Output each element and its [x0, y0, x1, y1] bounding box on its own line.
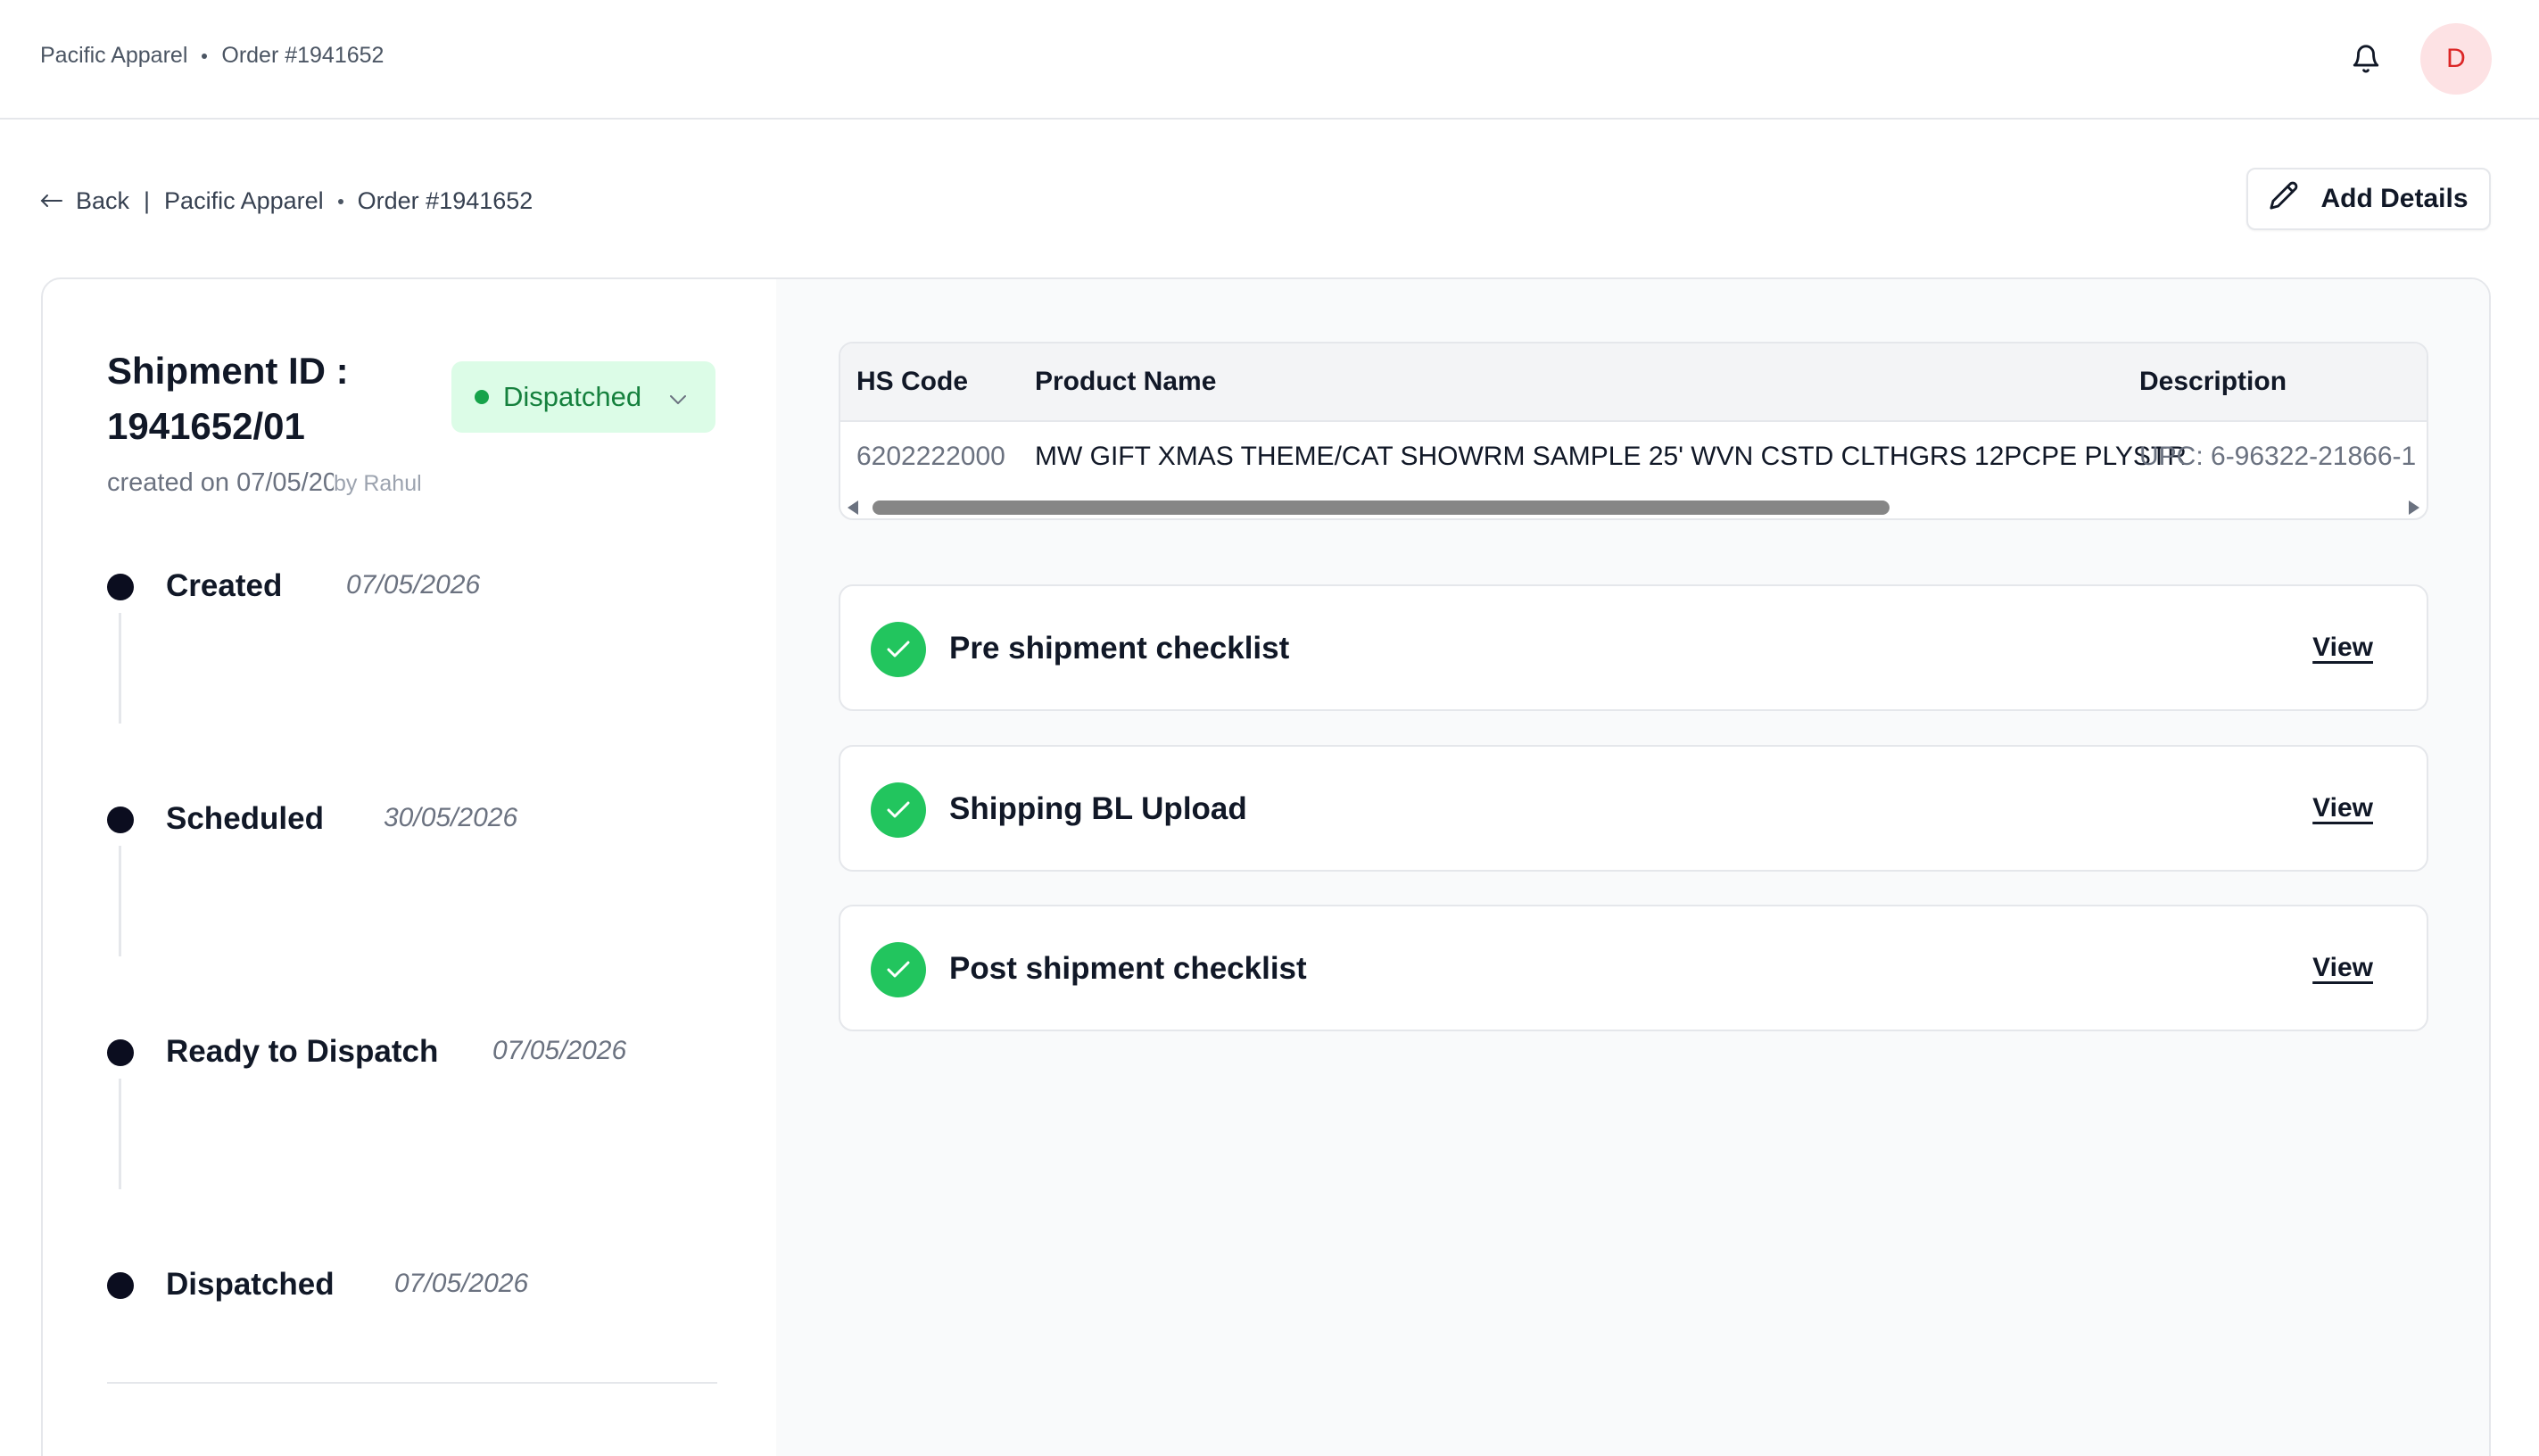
breadcrumb-divider: |: [144, 187, 151, 214]
timeline-date: 07/05/2026: [492, 1036, 627, 1065]
scroll-right-arrow-icon[interactable]: [2409, 500, 2419, 515]
table-header: HS Code Product Name Description: [840, 343, 2427, 422]
scroll-left-arrow-icon[interactable]: [848, 500, 858, 515]
bell-icon[interactable]: [2346, 39, 2386, 79]
created-meta: created on 07/05/2026 by Rahul: [107, 468, 422, 498]
top-bar: Pacific Apparel Order #1941652 D: [0, 0, 2539, 120]
products-table: HS Code Product Name Description 6202222…: [839, 342, 2428, 520]
breadcrumb-item-company[interactable]: Pacific Apparel: [164, 187, 324, 215]
breadcrumb-item-company[interactable]: Pacific Apparel: [40, 43, 187, 69]
back-label: Back: [76, 187, 130, 214]
timeline-date: 07/05/2026: [394, 1269, 529, 1298]
timeline-label: Dispatched: [166, 1267, 335, 1302]
avatar-initial: D: [2446, 44, 2466, 73]
checklist-label: Shipping BL Upload: [949, 791, 1247, 826]
created-by-text: by Rahul: [334, 471, 422, 496]
shipment-card: Shipment ID : 1941652/01 Dispatched crea…: [41, 277, 2491, 1456]
add-details-label: Add Details: [2320, 184, 2469, 213]
timeline-label: Scheduled: [166, 801, 324, 836]
timeline-bullet: [107, 1039, 134, 1066]
breadcrumb-separator: [202, 53, 208, 59]
breadcrumb: Back | Pacific Apparel Order #1941652: [40, 187, 533, 215]
checklist-row-shipping-bl: Shipping BL Upload View: [839, 745, 2428, 872]
timeline-connector: [119, 613, 121, 724]
cell-hs-code: 6202222000: [856, 442, 1005, 471]
scrollbar-thumb[interactable]: [873, 500, 1890, 515]
breadcrumb-item-order[interactable]: Order #1941652: [358, 187, 533, 215]
view-link[interactable]: View: [2312, 793, 2373, 823]
horizontal-scrollbar[interactable]: [840, 495, 2427, 518]
timeline-date: 07/05/2026: [346, 570, 481, 600]
check-icon: [871, 942, 926, 997]
divider: [107, 1382, 717, 1384]
cell-product-name: MW GIFT XMAS THEME/CAT SHOWRM SAMPLE 25'…: [1035, 442, 2187, 471]
timeline-bullet: [107, 574, 134, 600]
timeline-connector: [119, 1079, 121, 1189]
add-details-button[interactable]: Add Details: [2246, 168, 2491, 230]
checklist-label: Pre shipment checklist: [949, 631, 1290, 666]
status-dropdown[interactable]: Dispatched: [451, 361, 715, 433]
timeline-label: Created: [166, 568, 283, 603]
header-breadcrumb: Pacific Apparel Order #1941652: [40, 43, 384, 69]
column-header-description[interactable]: Description: [2139, 367, 2287, 397]
checklist-row-post-shipment: Post shipment checklist View: [839, 905, 2428, 1031]
view-link[interactable]: View: [2312, 633, 2373, 663]
timeline-connector: [119, 846, 121, 956]
checklist-label: Post shipment checklist: [949, 951, 1307, 986]
shipment-title: Shipment ID : 1941652/01: [107, 350, 349, 447]
breadcrumb-separator: [337, 198, 343, 204]
pencil-icon: [2269, 180, 2299, 218]
status-dot-icon: [475, 390, 489, 404]
timeline-bullet: [107, 1272, 134, 1299]
timeline-label: Ready to Dispatch: [166, 1034, 439, 1069]
column-header-hs-code[interactable]: HS Code: [856, 367, 968, 397]
timeline-date: 30/05/2026: [384, 803, 518, 832]
chevron-down-icon: [668, 381, 688, 413]
back-button[interactable]: Back: [40, 187, 129, 215]
view-link[interactable]: View: [2312, 953, 2373, 983]
status-label: Dispatched: [503, 381, 642, 412]
timeline-bullet: [107, 807, 134, 833]
checklist-row-pre-shipment: Pre shipment checklist View: [839, 584, 2428, 711]
breadcrumb-item-order[interactable]: Order #1941652: [221, 43, 384, 69]
cell-description: UPC: 6-96322-21866-1: [2139, 442, 2417, 471]
check-icon: [871, 622, 926, 677]
column-header-product-name[interactable]: Product Name: [1035, 367, 1216, 397]
arrow-left-icon: [40, 187, 63, 215]
check-icon: [871, 782, 926, 838]
details-pane: HS Code Product Name Description 6202222…: [776, 279, 2489, 1456]
avatar[interactable]: D: [2420, 23, 2492, 95]
created-on-text: created on 07/05/2026: [107, 468, 334, 497]
